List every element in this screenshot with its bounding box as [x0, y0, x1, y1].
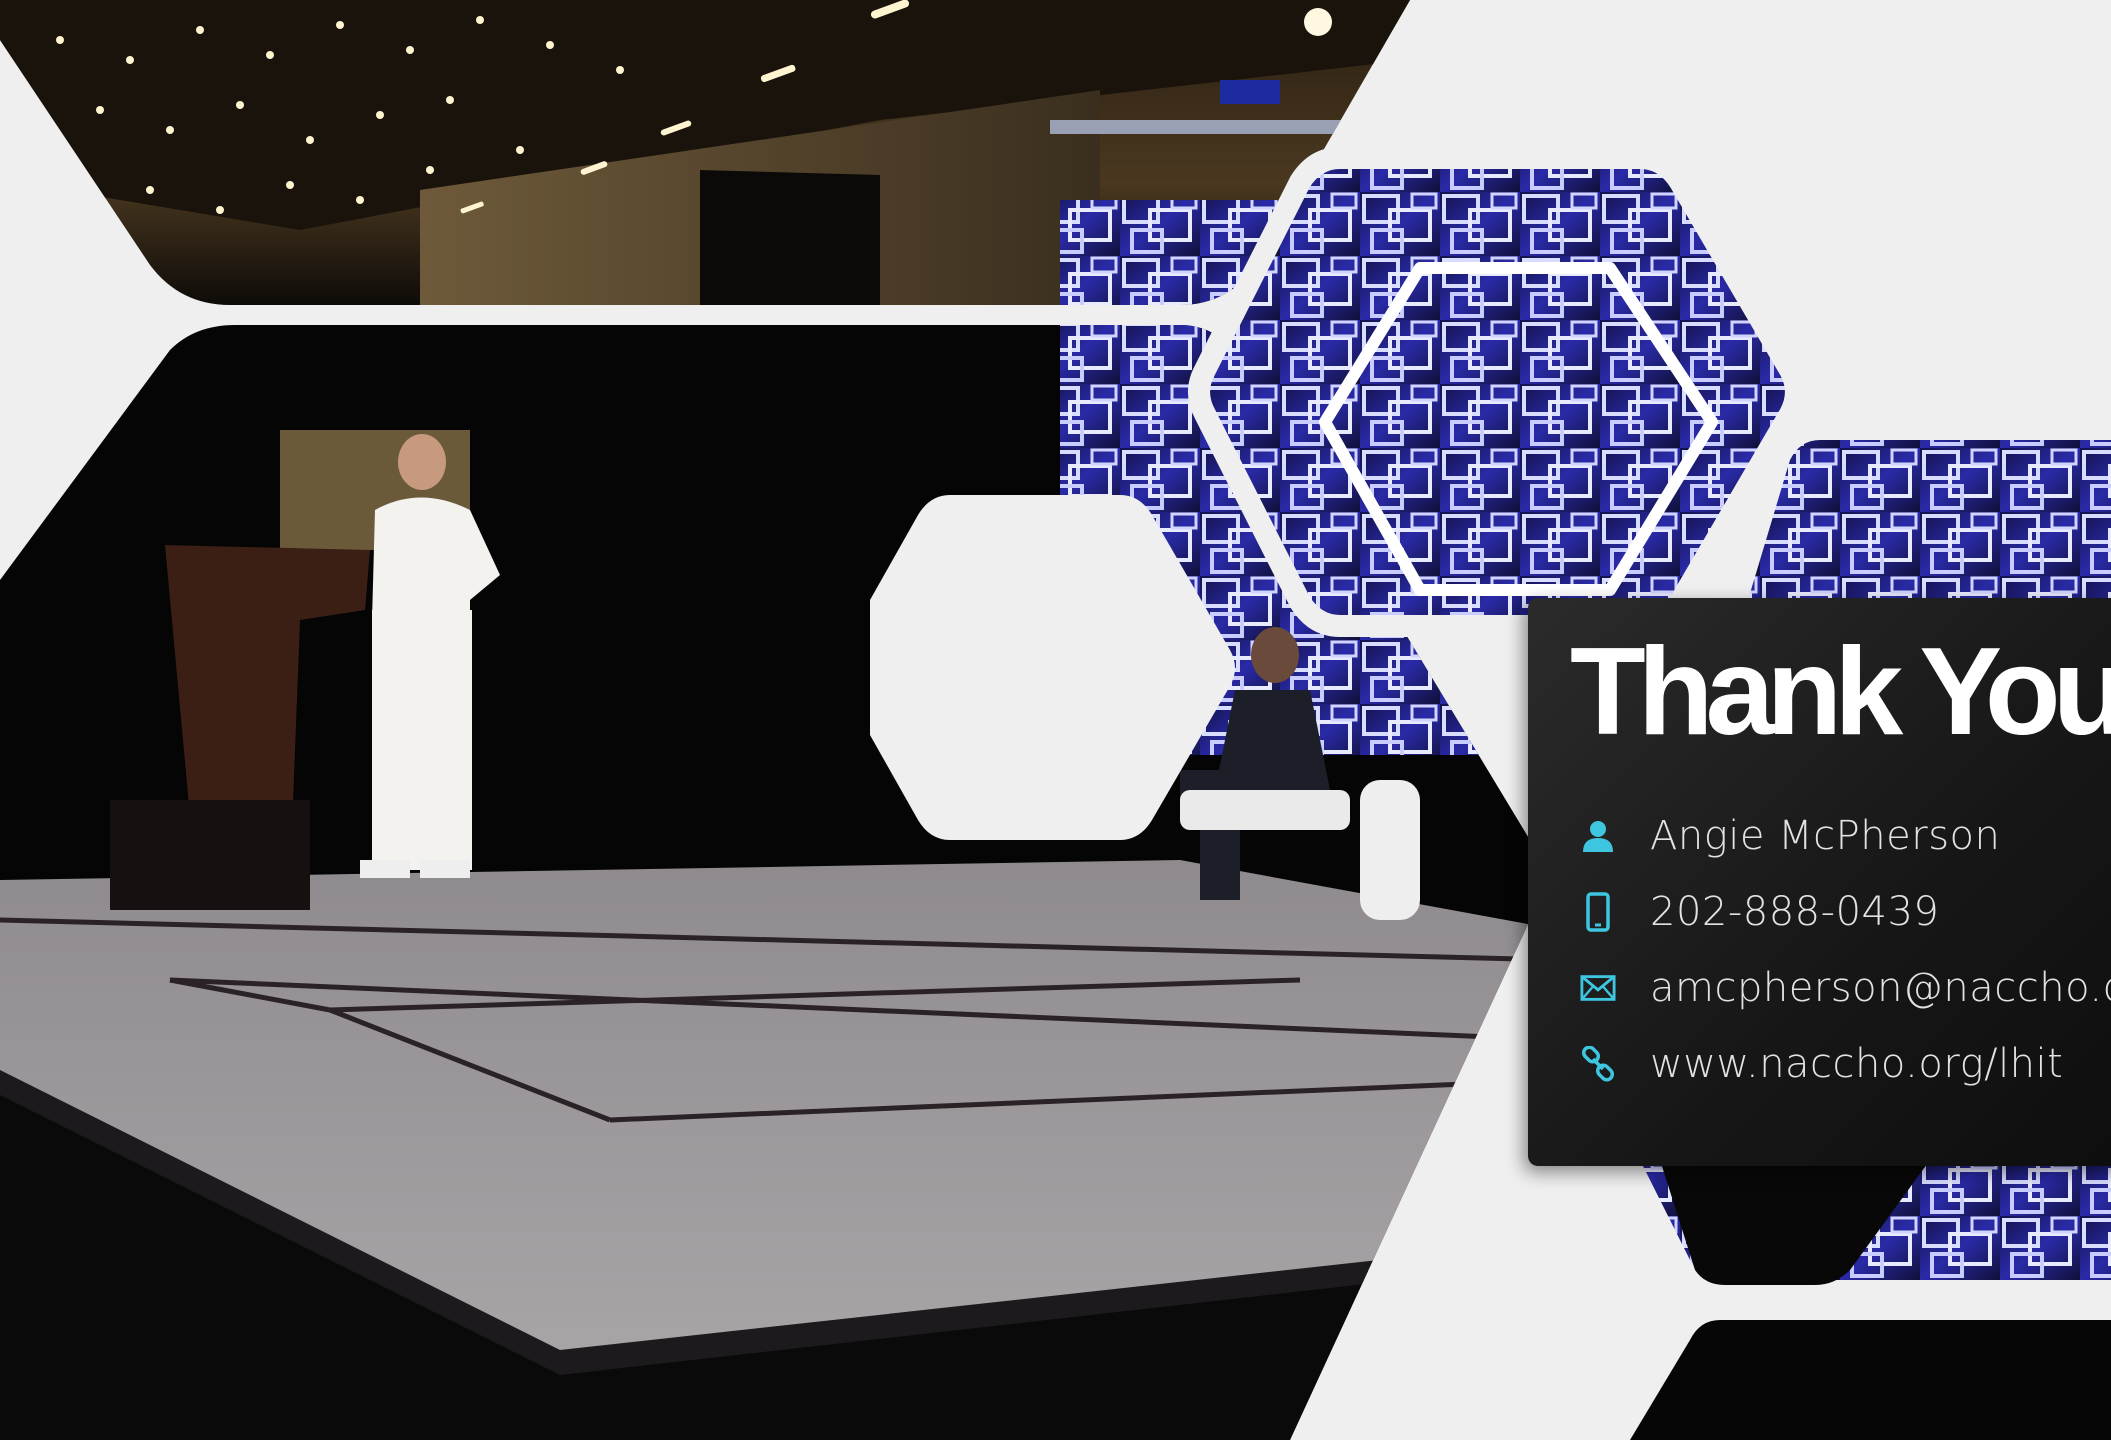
link-icon [1580, 1046, 1616, 1082]
contact-website-row[interactable]: www.naccho.org/lhit [1580, 1034, 2063, 1094]
contact-email[interactable]: amcpherson@naccho.or [1650, 965, 2111, 1011]
contact-name-row: Angie McPherson [1580, 806, 2000, 866]
phone-icon [1580, 892, 1616, 932]
person-icon [1580, 818, 1616, 854]
contact-card: Thank You Angie McPherson 202-888-0439 a… [1528, 598, 2111, 1166]
thank-you-title: Thank You [1570, 623, 2111, 761]
contact-website[interactable]: www.naccho.org/lhit [1650, 1041, 2063, 1087]
contact-phone-row: 202-888-0439 [1580, 882, 1939, 942]
email-icon [1580, 970, 1616, 1006]
contact-phone: 202-888-0439 [1650, 889, 1940, 935]
hex-dark-bottom [1630, 1320, 2111, 1440]
contact-name: Angie McPherson [1650, 813, 2001, 859]
hex-photo-upper [1188, 147, 1807, 637]
ceiling-photo [0, 0, 1410, 305]
contact-email-row[interactable]: amcpherson@naccho.or [1580, 958, 2111, 1018]
